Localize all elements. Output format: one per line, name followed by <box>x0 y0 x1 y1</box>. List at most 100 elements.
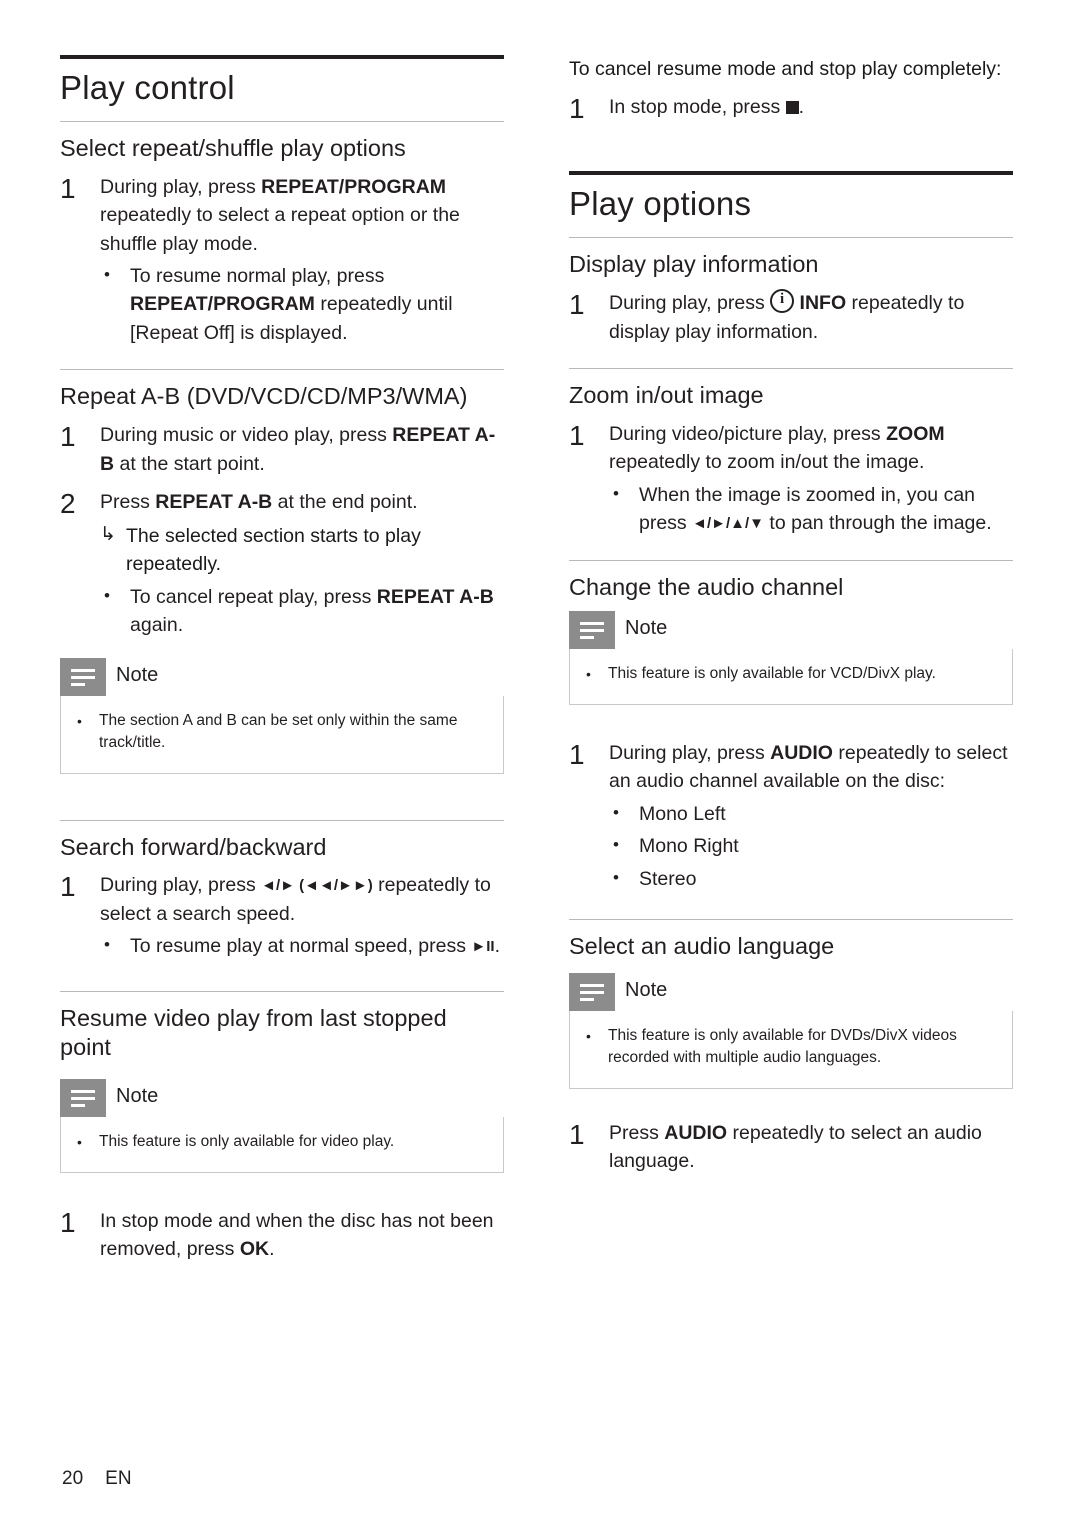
search-keys-icon: ◄/► (◄◄/►►) <box>261 877 373 895</box>
bullet-dot: • <box>613 835 619 855</box>
note-label: Note <box>625 617 668 640</box>
step-text: Press REPEAT A-B at the end point. <box>100 488 504 516</box>
note-text: This feature is only available for VCD/D… <box>608 665 936 683</box>
note-icon <box>569 972 615 1011</box>
result-text: The selected section starts to play repe… <box>126 525 421 576</box>
bullet-text-bold: REPEAT A-B <box>376 585 494 608</box>
note-header: Note <box>60 657 504 696</box>
step-item: 1 Press AUDIO repeatedly to select an au… <box>569 1119 1013 1176</box>
bullet-dot: • <box>77 1134 82 1151</box>
section-heading-repeat-ab: Repeat A-B (DVD/VCD/CD/MP3/WMA) <box>60 383 468 410</box>
section-divider <box>569 368 1013 369</box>
note-text: This feature is only available for video… <box>99 1133 395 1151</box>
bullet-text: When the image is zoomed in, you can pre… <box>639 481 1013 538</box>
bullet-item: • To resume play at normal speed, press … <box>100 932 504 960</box>
bullet-dot: • <box>613 802 619 822</box>
audio-option-label: Mono Right <box>639 835 739 858</box>
section-divider <box>60 819 504 821</box>
bullet-text: To resume play at normal speed, press ►I… <box>130 932 504 960</box>
section-heading-display-info: Display play information <box>569 251 819 278</box>
step-number: 1 <box>60 421 76 453</box>
note-body: • This feature is only available for DVD… <box>569 1010 1013 1089</box>
bullet-item: • To cancel repeat play, press REPEAT A-… <box>100 583 504 640</box>
note-body: • The section A and B can be set only wi… <box>60 695 504 774</box>
chapter-rule <box>569 171 1013 176</box>
note-bullet: • This feature is only available for VCD… <box>586 663 996 685</box>
step-text-part: at the start point. <box>114 452 265 475</box>
page-title: Play control <box>60 69 235 106</box>
note-box: Note • This feature is only available fo… <box>60 1079 504 1173</box>
step-text-part: During play, press <box>100 175 262 198</box>
audio-option-label: Stereo <box>639 867 697 890</box>
document-page: Play control Select repeat/shuffle play … <box>0 0 1080 1528</box>
step-item: 1 During play, press REPEAT/PROGRAM repe… <box>60 173 504 258</box>
arrow-icon: ↳ <box>100 524 116 545</box>
step-text-part: During music or video play, press <box>100 424 393 447</box>
note-body: • This feature is only available for VCD… <box>569 649 1013 705</box>
step-text-part: In stop mode and when the disc has not b… <box>100 1209 494 1261</box>
note-header: Note <box>60 1079 504 1118</box>
step-text-bold: REPEAT/PROGRAM <box>261 175 447 198</box>
bullet-item: • When the image is zoomed in, you can p… <box>609 481 1013 538</box>
bullet-dot: • <box>586 1027 591 1044</box>
step-number: 1 <box>569 419 585 451</box>
bullet-dot: • <box>77 712 82 729</box>
step-text: During music or video play, press REPEAT… <box>100 421 504 478</box>
bullet-text-part: To cancel repeat play, press <box>130 585 377 608</box>
step-number: 1 <box>569 738 585 770</box>
note-box: Note • This feature is only available fo… <box>569 611 1013 705</box>
bullet-item: • To resume normal play, press REPEAT/PR… <box>100 262 504 347</box>
bullet-text-part: To resume play at normal speed, press <box>130 935 472 958</box>
bullet-text-part: . <box>494 935 501 958</box>
step-text-part: at the end point. <box>272 491 418 513</box>
step-text-bold: AUDIO <box>770 741 833 764</box>
note-bullet: • The section A and B can be set only wi… <box>77 710 487 755</box>
step-text-bold: INFO <box>799 292 847 315</box>
section-heading-zoom: Zoom in/out image <box>569 382 764 408</box>
step-number: 1 <box>60 172 76 204</box>
step-text-part: Press <box>609 1121 665 1144</box>
section-divider <box>569 919 1013 920</box>
bullet-text: To resume normal play, press REPEAT/PROG… <box>130 262 504 347</box>
step-text-part: repeatedly to select a repeat option or … <box>100 204 460 255</box>
language-code: EN <box>105 1468 132 1489</box>
section-heading-resume: Resume video play from last stopped poin… <box>60 1004 447 1060</box>
section-heading-repeat-shuffle: Select repeat/shuffle play options <box>60 134 406 161</box>
direction-keys-icon: ◄/►/▲/▼ <box>692 515 764 533</box>
note-box: Note • The section A and B can be set on… <box>60 657 504 774</box>
step-text: During play, press INFO repeatedly to di… <box>609 289 1013 346</box>
step-text: During play, press AUDIO repeatedly to s… <box>609 739 1013 796</box>
section-heading-audio-channel: Change the audio channel <box>569 573 844 600</box>
bullet-item: • Mono Right <box>609 832 1013 860</box>
step-text-part: During play, press <box>100 874 262 897</box>
step-number: 1 <box>60 871 76 903</box>
step-text-bold: ZOOM <box>886 422 945 445</box>
bullet-dot: • <box>104 585 110 605</box>
step-number: 1 <box>569 93 585 125</box>
step-item: 1 During play, press ◄/► (◄◄/►►) repeate… <box>60 871 504 928</box>
step-item: 1 During play, press INFO repeatedly to … <box>569 289 1013 346</box>
note-icon <box>60 1079 106 1118</box>
step-text-part: During video/picture play, press <box>609 422 887 445</box>
bullet-item: • Stereo <box>609 865 1013 893</box>
bullet-text: To cancel repeat play, press REPEAT A-B … <box>130 583 504 640</box>
step-item: 1 During video/picture play, press ZOOM … <box>569 420 1013 477</box>
note-icon <box>569 611 615 650</box>
audio-option-label: Mono Left <box>639 802 726 825</box>
note-bullet: • This feature is only available for vid… <box>77 1131 487 1153</box>
result-item: ↳ The selected section starts to play re… <box>100 522 504 579</box>
step-text: During play, press ◄/► (◄◄/►►) repeatedl… <box>100 871 504 928</box>
step-text-part: In stop mode, press <box>609 96 786 119</box>
step-text: Press AUDIO repeatedly to select an audi… <box>609 1119 1013 1176</box>
bullet-dot: • <box>613 483 619 503</box>
info-icon <box>770 289 795 314</box>
stop-icon <box>785 101 799 115</box>
step-text: In stop mode, press . <box>609 93 1013 121</box>
step-text-part: During play, press <box>609 741 771 764</box>
step-item: 2 Press REPEAT A-B at the end point. <box>60 488 504 518</box>
note-header: Note <box>569 611 1013 650</box>
bullet-dot: • <box>104 265 110 284</box>
step-item: 1 In stop mode and when the disc has not… <box>60 1207 504 1264</box>
step-text-bold: REPEAT A-B <box>155 491 273 513</box>
bullet-text-part: To resume normal play, press <box>130 265 385 287</box>
